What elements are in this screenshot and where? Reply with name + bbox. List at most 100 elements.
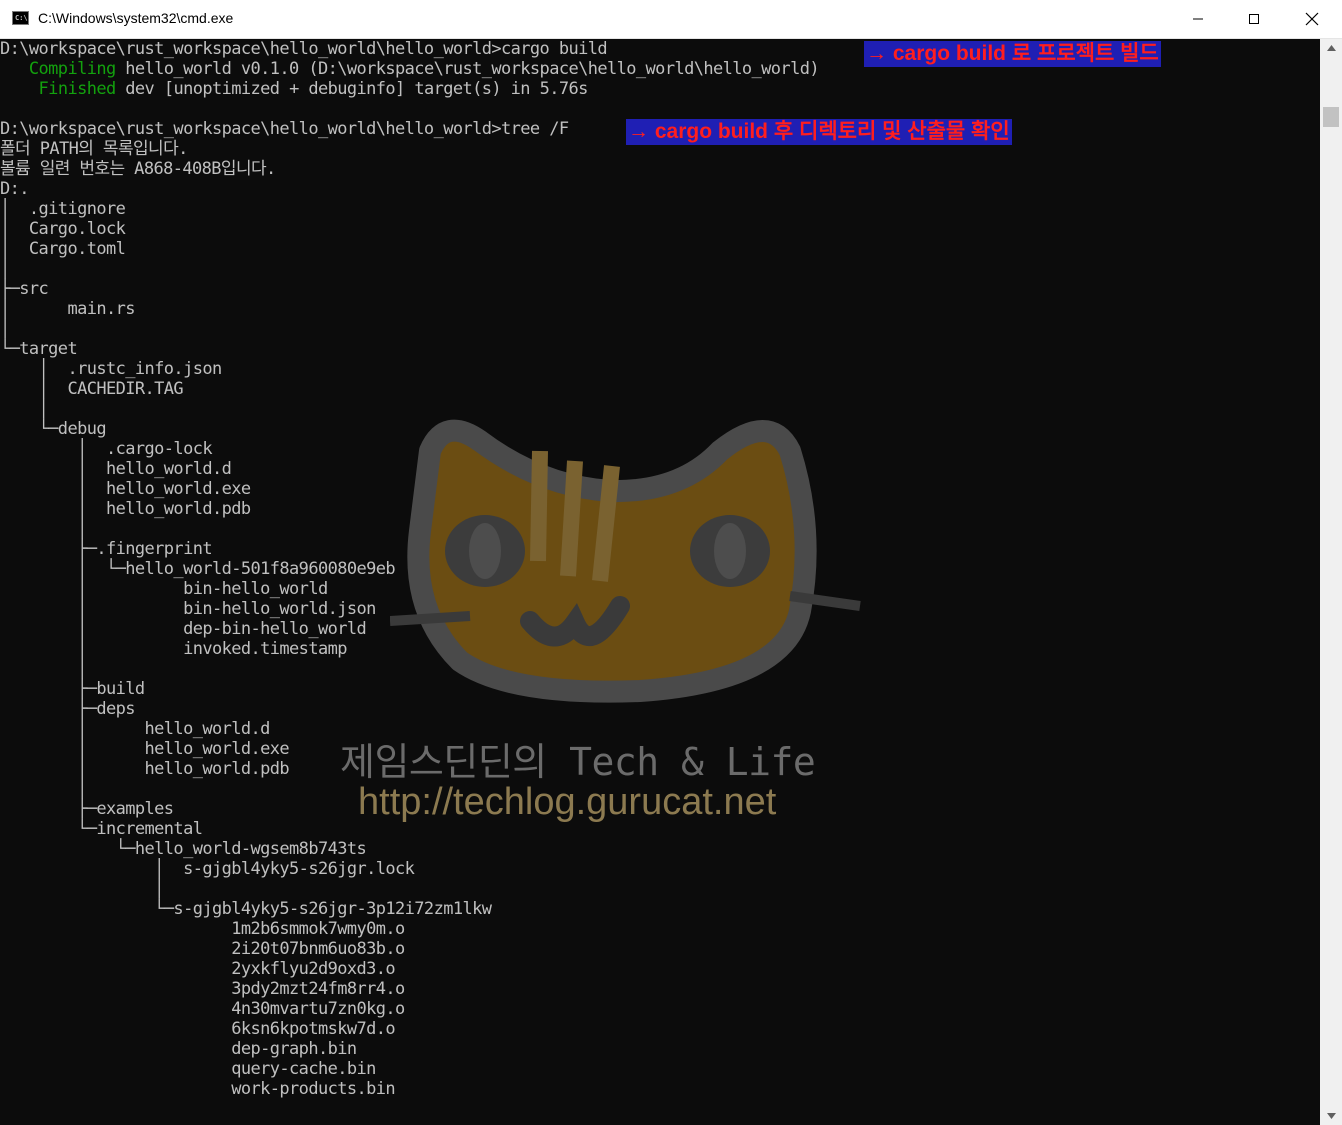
- console-line-text: ├─.fingerprint: [0, 539, 212, 559]
- console-line-text: D:.: [0, 179, 30, 199]
- console-line: 3pdy2mzt24fm8rr4.o: [0, 979, 405, 999]
- console-line-text: │: [0, 259, 10, 279]
- console-line-text: └─debug: [0, 419, 107, 439]
- console-line-text: │: [0, 779, 87, 799]
- console-line: │ └─hello_world-501f8a960080e9eb: [0, 559, 396, 579]
- console-line: ├─.fingerprint: [0, 539, 212, 559]
- console-line-text: 2i20t07bnm6uo83b.o: [0, 939, 405, 959]
- close-button[interactable]: [1284, 0, 1340, 38]
- console-line-text: │ dep-bin-hello_world: [0, 619, 367, 639]
- console-line-text: │ invoked.timestamp: [0, 639, 347, 659]
- console-line-text: │ main.rs: [0, 299, 135, 319]
- console-line-text: │ hello_world.d: [0, 459, 232, 479]
- console-line: │ .rustc_info.json: [0, 359, 223, 379]
- cmd-icon-label: C:\: [15, 14, 28, 22]
- console-line-text: 6ksn6kpotmskw7d.o: [0, 1019, 396, 1039]
- console-line-text: 2yxkflyu2d9oxd3.o: [0, 959, 396, 979]
- console-line-text: └─s-gjgbl4yky5-s26jgr-3p12i72zm1lkw: [0, 899, 492, 919]
- console-line: │ invoked.timestamp: [0, 639, 347, 659]
- console-line: D:.: [0, 179, 30, 199]
- console-line: │ dep-bin-hello_world: [0, 619, 367, 639]
- close-icon: [1305, 12, 1319, 26]
- console-line-text: │: [0, 659, 87, 679]
- console-line-text: │ hello_world.exe: [0, 479, 251, 499]
- vertical-scrollbar[interactable]: [1320, 39, 1342, 1125]
- console-line-text: │: [0, 879, 164, 899]
- console-line-text: 3pdy2mzt24fm8rr4.o: [0, 979, 405, 999]
- console-line: ├─build: [0, 679, 145, 699]
- watermark-title: 제임스딘딘의 Tech & Life: [340, 740, 816, 784]
- console-line: Compiling hello_world v0.1.0 (D:\workspa…: [0, 59, 820, 79]
- console-line-text: query-cache.bin: [0, 1059, 376, 1079]
- console-line-rest: hello_world v0.1.0 (D:\workspace\rust_wo…: [115, 59, 819, 79]
- console-line: 2yxkflyu2d9oxd3.o: [0, 959, 395, 979]
- console-line: │ s-gjgbl4yky5-s26jgr.lock: [0, 859, 415, 879]
- console-line: 6ksn6kpotmskw7d.o: [0, 1019, 395, 1039]
- console-line-text: [0, 59, 29, 79]
- console-line-text: │: [0, 519, 87, 539]
- console-line-text: 폴더 PATH의 목록입니다.: [0, 139, 188, 159]
- console-line-text: │ bin-hello_world: [0, 579, 328, 599]
- console-line-text: │ Cargo.lock: [0, 219, 126, 239]
- console-line: │ hello_world.d: [0, 719, 270, 739]
- console-status-word: Compiling: [28, 59, 116, 79]
- console-line-text: D:\workspace\rust_workspace\hello_world\…: [0, 119, 569, 139]
- console-line: ├─deps: [0, 699, 135, 719]
- console-output[interactable]: 제임스딘딘의 Tech & Life http://techlog.guruca…: [0, 39, 1320, 1125]
- console-line-text: └─incremental: [0, 819, 203, 839]
- console-line: │ hello_world.pdb: [0, 499, 251, 519]
- cmd-app-icon[interactable]: C:\: [12, 11, 29, 25]
- console-line: │ bin-hello_world.json: [0, 599, 376, 619]
- console-line: │: [0, 319, 10, 339]
- console-line: 2i20t07bnm6uo83b.o: [0, 939, 405, 959]
- title-bar[interactable]: C:\ C:\Windows\system32\cmd.exe: [0, 0, 1342, 39]
- console-line-text: dep-graph.bin: [0, 1039, 357, 1059]
- console-line: │ CACHEDIR.TAG: [0, 379, 184, 399]
- console-line: └─target: [0, 339, 78, 359]
- annotation-build: → cargo build 로 프로젝트 빌드: [864, 41, 1161, 67]
- console-line: query-cache.bin: [0, 1059, 376, 1079]
- console-line: │ Cargo.lock: [0, 219, 126, 239]
- console-line: │: [0, 779, 87, 799]
- scroll-up-button[interactable]: [1320, 39, 1342, 57]
- console-line: 폴더 PATH의 목록입니다.: [0, 139, 188, 159]
- console-line: Finished dev [unoptimized + debuginfo] t…: [0, 79, 589, 99]
- console-line: │ main.rs: [0, 299, 135, 319]
- console-line: │: [0, 659, 87, 679]
- console-line-text: ├─src: [0, 279, 49, 299]
- console-line-text: ├─deps: [0, 699, 135, 719]
- console-line-text: 1m2b6smmok7wmy0m.o: [0, 919, 405, 939]
- console-line-text: 4n30mvartu7zn0kg.o: [0, 999, 405, 1019]
- console-line-text: ├─examples: [0, 799, 174, 819]
- scrollbar-thumb[interactable]: [1323, 107, 1339, 127]
- console-line-text: └─hello_world-wgsem8b743ts: [0, 839, 367, 859]
- console-line-text: │ hello_world.pdb: [0, 759, 290, 779]
- maximize-button[interactable]: [1226, 0, 1282, 38]
- chevron-up-icon: [1326, 45, 1336, 51]
- console-line: └─incremental: [0, 819, 203, 839]
- console-line-text: ├─build: [0, 679, 145, 699]
- console-line-text: │ └─hello_world-501f8a960080e9eb: [0, 559, 396, 579]
- console-line-text: D:\workspace\rust_workspace\hello_world\…: [0, 39, 608, 59]
- console-line: │ hello_world.exe: [0, 739, 290, 759]
- console-line-text: │ hello_world.pdb: [0, 499, 251, 519]
- maximize-icon: [1249, 14, 1259, 24]
- scroll-down-button[interactable]: [1320, 1107, 1342, 1125]
- annotation-tree: → cargo build 후 디렉토리 및 산출물 확인: [626, 119, 1012, 145]
- window-title: C:\Windows\system32\cmd.exe: [38, 10, 234, 26]
- console-line-text: │ hello_world.exe: [0, 739, 290, 759]
- console-line-text: │ hello_world.d: [0, 719, 270, 739]
- console-line: work-products.bin: [0, 1079, 395, 1099]
- console-line: │ hello_world.d: [0, 459, 232, 479]
- console-line: │: [0, 259, 10, 279]
- console-line: └─hello_world-wgsem8b743ts: [0, 839, 367, 859]
- console-line: 1m2b6smmok7wmy0m.o: [0, 919, 405, 939]
- console-line-text: │ Cargo.toml: [0, 239, 126, 259]
- console-line: ├─examples: [0, 799, 174, 819]
- console-line-text: │: [0, 399, 49, 419]
- console-line-text: work-products.bin: [0, 1079, 396, 1099]
- minimize-button[interactable]: [1170, 0, 1226, 38]
- console-line-text: │ .gitignore: [0, 199, 126, 219]
- console-line: │: [0, 519, 87, 539]
- console-status-word: Finished: [38, 79, 117, 99]
